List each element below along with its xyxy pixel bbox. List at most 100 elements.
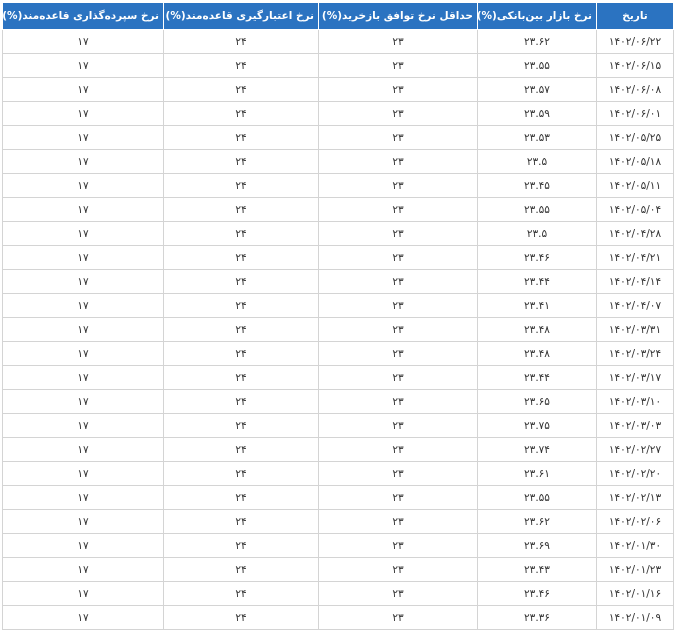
standing-deposit-rate-cell: ۱۷	[2, 461, 164, 486]
date-cell: ۱۴۰۲/۰۳/۳۱	[596, 317, 674, 342]
standing-credit-rate-cell: ۲۴	[163, 221, 319, 246]
standing-credit-rate-cell: ۲۴	[163, 53, 319, 78]
interbank-rate-cell: ۲۳.۶۲	[477, 509, 597, 534]
table-row: ۱۴۰۲/۰۲/۰۶ ۲۳.۶۲ ۲۳ ۲۴ ۱۷	[2, 509, 674, 534]
table-row: ۱۴۰۲/۰۳/۲۴ ۲۳.۴۸ ۲۳ ۲۴ ۱۷	[2, 341, 674, 366]
date-cell: ۱۴۰۲/۰۳/۲۴	[596, 341, 674, 366]
standing-deposit-rate-cell: ۱۷	[2, 149, 164, 174]
table-row: ۱۴۰۲/۰۴/۲۱ ۲۳.۴۶ ۲۳ ۲۴ ۱۷	[2, 245, 674, 270]
standing-deposit-rate-cell: ۱۷	[2, 221, 164, 246]
min-repo-rate-cell: ۲۳	[318, 461, 478, 486]
standing-credit-rate-cell: ۲۴	[163, 581, 319, 606]
standing-deposit-rate-cell: ۱۷	[2, 389, 164, 414]
min-repo-rate-cell: ۲۳	[318, 485, 478, 510]
interbank-rate-cell: ۲۳.۵۳	[477, 125, 597, 150]
table-row: ۱۴۰۲/۰۶/۲۲ ۲۳.۶۲ ۲۳ ۲۴ ۱۷	[2, 29, 674, 54]
interbank-rate-cell: ۲۳.۵۵	[477, 53, 597, 78]
min-repo-rate-cell: ۲۳	[318, 533, 478, 558]
table-row: ۱۴۰۲/۰۱/۰۹ ۲۳.۳۶ ۲۳ ۲۴ ۱۷	[2, 605, 674, 630]
standing-credit-rate-cell: ۲۴	[163, 557, 319, 582]
date-cell: ۱۴۰۲/۰۵/۱۸	[596, 149, 674, 174]
standing-credit-rate-cell: ۲۴	[163, 245, 319, 270]
min-repo-rate-cell: ۲۳	[318, 413, 478, 438]
standing-credit-rate-cell: ۲۴	[163, 533, 319, 558]
min-repo-rate-cell: ۲۳	[318, 437, 478, 462]
date-cell: ۱۴۰۲/۰۱/۲۳	[596, 557, 674, 582]
standing-credit-rate-cell: ۲۴	[163, 197, 319, 222]
table-row: ۱۴۰۲/۰۶/۰۱ ۲۳.۵۹ ۲۳ ۲۴ ۱۷	[2, 101, 674, 126]
interbank-rate-cell: ۲۳.۵۷	[477, 77, 597, 102]
table-row: ۱۴۰۲/۰۵/۱۱ ۲۳.۴۵ ۲۳ ۲۴ ۱۷	[2, 173, 674, 198]
interbank-rate-cell: ۲۳.۷۴	[477, 437, 597, 462]
standing-deposit-rate-cell: ۱۷	[2, 605, 164, 630]
min-repo-rate-cell: ۲۳	[318, 581, 478, 606]
date-cell: ۱۴۰۲/۰۶/۰۱	[596, 101, 674, 126]
table-row: ۱۴۰۲/۰۵/۰۴ ۲۳.۵۵ ۲۳ ۲۴ ۱۷	[2, 197, 674, 222]
table-row: ۱۴۰۲/۰۱/۳۰ ۲۳.۶۹ ۲۳ ۲۴ ۱۷	[2, 533, 674, 558]
date-cell: ۱۴۰۲/۰۲/۲۷	[596, 437, 674, 462]
standing-credit-rate-cell: ۲۴	[163, 293, 319, 318]
column-header-standing-credit-rate: نرخ اعتبارگیری قاعده‌مند(%)	[163, 2, 319, 30]
date-cell: ۱۴۰۲/۰۱/۰۹	[596, 605, 674, 630]
interbank-rate-cell: ۲۳.۵۹	[477, 101, 597, 126]
table-row: ۱۴۰۲/۰۵/۲۵ ۲۳.۵۳ ۲۳ ۲۴ ۱۷	[2, 125, 674, 150]
standing-deposit-rate-cell: ۱۷	[2, 269, 164, 294]
interbank-rate-cell: ۲۳.۶۵	[477, 389, 597, 414]
min-repo-rate-cell: ۲۳	[318, 293, 478, 318]
table-row: ۱۴۰۲/۰۲/۱۳ ۲۳.۵۵ ۲۳ ۲۴ ۱۷	[2, 485, 674, 510]
interbank-rate-cell: ۲۳.۴۴	[477, 269, 597, 294]
standing-credit-rate-cell: ۲۴	[163, 29, 319, 54]
interest-rates-table: تاریخ نرخ بازار بین‌بانکی(%) حداقل نرخ ت…	[2, 2, 674, 630]
table-row: ۱۴۰۲/۰۴/۱۴ ۲۳.۴۴ ۲۳ ۲۴ ۱۷	[2, 269, 674, 294]
standing-deposit-rate-cell: ۱۷	[2, 317, 164, 342]
standing-credit-rate-cell: ۲۴	[163, 509, 319, 534]
min-repo-rate-cell: ۲۳	[318, 149, 478, 174]
interbank-rate-cell: ۲۳.۴۵	[477, 173, 597, 198]
column-header-min-repo-rate: حداقل نرخ توافق بازخرید(%)	[318, 2, 478, 30]
min-repo-rate-cell: ۲۳	[318, 269, 478, 294]
date-cell: ۱۴۰۲/۰۲/۲۰	[596, 461, 674, 486]
date-cell: ۱۴۰۲/۰۳/۰۳	[596, 413, 674, 438]
standing-credit-rate-cell: ۲۴	[163, 389, 319, 414]
standing-deposit-rate-cell: ۱۷	[2, 293, 164, 318]
table-row: ۱۴۰۲/۰۱/۲۳ ۲۳.۴۳ ۲۳ ۲۴ ۱۷	[2, 557, 674, 582]
date-cell: ۱۴۰۲/۰۴/۲۱	[596, 245, 674, 270]
min-repo-rate-cell: ۲۳	[318, 317, 478, 342]
min-repo-rate-cell: ۲۳	[318, 245, 478, 270]
table-row: ۱۴۰۲/۰۴/۰۷ ۲۳.۴۱ ۲۳ ۲۴ ۱۷	[2, 293, 674, 318]
interbank-rate-cell: ۲۳.۶۲	[477, 29, 597, 54]
standing-credit-rate-cell: ۲۴	[163, 149, 319, 174]
table-row: ۱۴۰۲/۰۴/۲۸ ۲۳.۵ ۲۳ ۲۴ ۱۷	[2, 221, 674, 246]
min-repo-rate-cell: ۲۳	[318, 101, 478, 126]
interbank-rate-cell: ۲۳.۴۸	[477, 341, 597, 366]
standing-deposit-rate-cell: ۱۷	[2, 341, 164, 366]
interbank-rate-cell: ۲۳.۴۱	[477, 293, 597, 318]
interbank-rate-cell: ۲۳.۵	[477, 221, 597, 246]
date-cell: ۱۴۰۲/۰۴/۱۴	[596, 269, 674, 294]
min-repo-rate-cell: ۲۳	[318, 173, 478, 198]
column-header-standing-deposit-rate: نرخ سپرده‌گذاری قاعده‌مند(%)	[2, 2, 164, 30]
standing-credit-rate-cell: ۲۴	[163, 269, 319, 294]
table-row: ۱۴۰۲/۰۱/۱۶ ۲۳.۴۶ ۲۳ ۲۴ ۱۷	[2, 581, 674, 606]
min-repo-rate-cell: ۲۳	[318, 365, 478, 390]
standing-deposit-rate-cell: ۱۷	[2, 101, 164, 126]
standing-credit-rate-cell: ۲۴	[163, 605, 319, 630]
standing-credit-rate-cell: ۲۴	[163, 173, 319, 198]
interbank-rate-cell: ۲۳.۴۶	[477, 581, 597, 606]
standing-deposit-rate-cell: ۱۷	[2, 485, 164, 510]
table-row: ۱۴۰۲/۰۶/۰۸ ۲۳.۵۷ ۲۳ ۲۴ ۱۷	[2, 77, 674, 102]
standing-credit-rate-cell: ۲۴	[163, 125, 319, 150]
date-cell: ۱۴۰۲/۰۴/۰۷	[596, 293, 674, 318]
date-cell: ۱۴۰۲/۰۲/۱۳	[596, 485, 674, 510]
table-row: ۱۴۰۲/۰۳/۱۷ ۲۳.۴۴ ۲۳ ۲۴ ۱۷	[2, 365, 674, 390]
interbank-rate-cell: ۲۳.۶۹	[477, 533, 597, 558]
standing-deposit-rate-cell: ۱۷	[2, 29, 164, 54]
standing-deposit-rate-cell: ۱۷	[2, 557, 164, 582]
rates-table-container: تاریخ نرخ بازار بین‌بانکی(%) حداقل نرخ ت…	[2, 2, 674, 630]
standing-deposit-rate-cell: ۱۷	[2, 533, 164, 558]
standing-deposit-rate-cell: ۱۷	[2, 197, 164, 222]
min-repo-rate-cell: ۲۳	[318, 341, 478, 366]
standing-credit-rate-cell: ۲۴	[163, 101, 319, 126]
standing-deposit-rate-cell: ۱۷	[2, 437, 164, 462]
date-cell: ۱۴۰۲/۰۶/۰۸	[596, 77, 674, 102]
